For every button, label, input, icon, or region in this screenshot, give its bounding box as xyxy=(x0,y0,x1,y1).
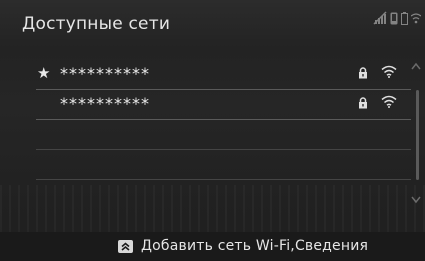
network-ssid: ********** xyxy=(60,94,150,113)
empty-row xyxy=(36,150,411,180)
wifi-icon xyxy=(381,65,397,78)
network-ssid: ********** xyxy=(60,64,150,83)
page-title: Доступные сети xyxy=(22,14,171,34)
scrollbar[interactable] xyxy=(416,90,419,180)
add-network-button[interactable]: Добавить сеть Wi-Fi,Сведения xyxy=(118,238,368,254)
add-network-label: Добавить сеть Wi-Fi,Сведения xyxy=(141,238,369,254)
scroll-up-arrow-icon[interactable] xyxy=(411,62,421,70)
battery-icon xyxy=(401,11,408,25)
header: Доступные сети xyxy=(0,0,425,48)
network-item[interactable]: ********** xyxy=(36,90,411,120)
empty-row xyxy=(36,120,411,150)
lock-icon xyxy=(359,67,367,79)
wifi-status-icon xyxy=(411,12,421,23)
wifi-networks-screen: Доступные сети ★ ********** ********** Д… xyxy=(0,0,425,261)
signal-off-icon xyxy=(373,11,387,25)
favorite-star-icon: ★ xyxy=(37,64,51,82)
status-bar xyxy=(373,11,421,25)
phone-icon xyxy=(390,12,398,24)
network-item[interactable]: ★ ********** xyxy=(36,60,411,90)
lock-icon xyxy=(359,97,367,109)
background-texture xyxy=(0,185,425,235)
wifi-icon xyxy=(381,95,397,108)
network-list: ★ ********** ********** xyxy=(36,60,411,180)
add-network-icon xyxy=(118,239,133,253)
